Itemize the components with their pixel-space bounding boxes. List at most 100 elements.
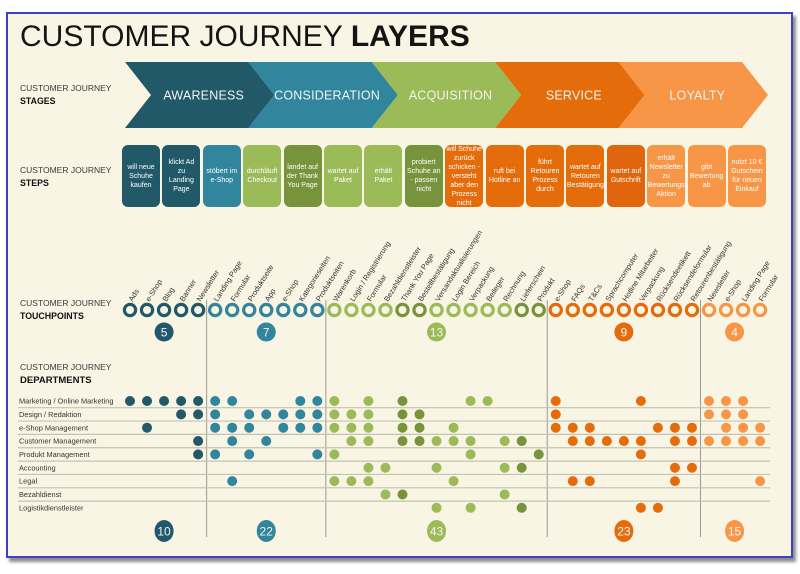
- department-touchpoint-dot: [397, 489, 408, 500]
- stage-awareness: AWARENESS: [125, 62, 275, 128]
- department-total: 43: [430, 524, 444, 538]
- touchpoint-count-badge: 9: [614, 322, 634, 342]
- step-card: probiert Schuhe an - passen nicht: [404, 145, 443, 207]
- department-touchpoint-dot: [363, 436, 374, 447]
- department-touchpoint-dot: [210, 449, 221, 460]
- step-card: nutzt 10 € Gutschein für neuen Einkauf: [728, 145, 766, 207]
- touchpoint-label: App: [263, 287, 278, 303]
- department-row-logistikdienstleister: Logistikdienstleister: [19, 502, 663, 513]
- department-touchpoint-dot: [329, 422, 340, 433]
- department-touchpoint-dot: [414, 422, 425, 433]
- department-touchpoint-dot: [567, 476, 578, 487]
- department-touchpoint-dot: [686, 436, 697, 447]
- department-row-bezahldienst: Bezahldienst: [18, 489, 770, 502]
- step-text: wartet auf Paket: [327, 168, 359, 184]
- department-label: Design / Redaktion: [19, 410, 81, 419]
- department-total-badge: 43: [427, 520, 447, 542]
- department-label: Legal: [19, 477, 37, 486]
- department-touchpoint-dot: [346, 422, 357, 433]
- department-total: 22: [260, 524, 274, 538]
- department-touchpoint-dot: [312, 422, 323, 433]
- touchpoint-ring-icon: [310, 302, 325, 318]
- department-touchpoint-dot: [550, 409, 561, 420]
- department-touchpoint-dot: [704, 396, 715, 406]
- department-row-e-shop-management: e-Shop Management: [18, 422, 770, 435]
- stage-label: SERVICE: [546, 89, 602, 103]
- stage-label: ACQUISITION: [409, 89, 492, 103]
- touchpoint-ring-icon: [565, 302, 580, 318]
- touchpoint-ring-icon: [548, 302, 563, 318]
- department-touchpoint-dot: [295, 409, 306, 420]
- department-touchpoint-dot: [176, 396, 187, 406]
- step-card: stöbert im e-Shop: [202, 145, 241, 207]
- touchpoint-ring-icon: [395, 302, 410, 318]
- department-touchpoint-dot: [244, 422, 255, 433]
- step-card: wartet auf Retouren Bestätigung: [566, 145, 605, 207]
- journey-diagram: AWARENESS CONSIDERATION ACQUISITION SERVICE…: [18, 62, 780, 542]
- department-touchpoint-dot: [278, 422, 289, 433]
- touchpoint-ring-icon: [276, 302, 291, 318]
- department-row-legal: Legal: [18, 476, 770, 489]
- touchpoint-ring-icon: [446, 302, 461, 318]
- department-touchpoint-dot: [755, 476, 766, 487]
- department-touchpoint-dot: [584, 436, 595, 447]
- department-touchpoint-dot: [618, 436, 629, 447]
- department-touchpoint-dot: [295, 396, 306, 406]
- touchpoint-ring-icon: [514, 302, 529, 318]
- touchpoint-ring-icon: [122, 302, 138, 318]
- department-label: Accounting: [19, 463, 56, 472]
- touchpoint-ring-icon: [650, 302, 666, 318]
- department-touchpoint-dot: [397, 436, 408, 447]
- department-touchpoint-dot: [142, 422, 153, 433]
- department-touchpoint-dot: [465, 502, 476, 513]
- touchpoint-ring-icon: [207, 302, 223, 318]
- step-card: wartet auf Paket: [324, 145, 362, 207]
- department-touchpoint-dot: [550, 422, 561, 433]
- department-touchpoint-dot: [193, 449, 204, 460]
- touchpoint-ring-icon: [224, 302, 240, 318]
- department-touchpoint-dot: [465, 436, 476, 447]
- department-label: Bezahldienst: [19, 490, 61, 499]
- department-total-badge: 23: [614, 520, 634, 542]
- touchpoint-ring-icon: [378, 302, 393, 318]
- department-touchpoint-dot: [346, 476, 357, 487]
- department-touchpoint-dot: [721, 436, 732, 447]
- department-touchpoint-dot: [210, 422, 221, 433]
- touchpoint-ring-icon: [599, 302, 615, 318]
- touchpoint-ring-icon: [173, 302, 189, 318]
- touchpoint-ring-icon: [259, 302, 274, 318]
- department-touchpoint-dot: [533, 449, 544, 460]
- touchpoint-ring-icon: [344, 302, 359, 318]
- step-text: erhält Paket: [374, 168, 393, 184]
- department-touchpoint-dot: [380, 489, 391, 500]
- department-label: Customer Management: [19, 437, 96, 446]
- touchpoint-label: Blog: [161, 286, 177, 304]
- department-touchpoint-dot: [312, 449, 323, 460]
- department-touchpoint-dot: [516, 502, 527, 513]
- department-touchpoint-dot: [312, 409, 323, 420]
- step-text: probiert Schuhe an - passen nicht: [407, 159, 441, 193]
- touchpoint-count-badge: 4: [725, 322, 745, 342]
- department-touchpoint-dot: [363, 476, 374, 487]
- department-touchpoint-dot: [346, 409, 357, 420]
- department-touchpoint-dot: [363, 409, 374, 420]
- department-touchpoint-dot: [567, 436, 578, 447]
- touchpoint-ring-icon: [293, 302, 308, 318]
- department-touchpoint-dot: [329, 409, 340, 420]
- step-card: wartet auf Gutschrift: [606, 145, 645, 207]
- department-touchpoint-dot: [601, 436, 612, 447]
- step-text: erhält Newsletter zu Bewertungs Aktion: [647, 154, 685, 198]
- touchpoint: App: [259, 287, 278, 318]
- department-touchpoint-dot: [465, 449, 476, 460]
- touchpoint-ring-icon: [327, 302, 342, 318]
- touchpoint-ring-icon: [718, 302, 734, 318]
- step-card: gibt Bewertung ab: [687, 145, 726, 207]
- department-touchpoint-dot: [312, 396, 323, 406]
- touchpoint-count: 13: [430, 325, 444, 339]
- touchpoint-ring-icon: [735, 302, 751, 318]
- department-touchpoint-dot: [227, 476, 238, 487]
- department-touchpoint-dot: [363, 422, 374, 433]
- department-total-badge: 22: [256, 520, 276, 542]
- department-total: 10: [157, 524, 171, 538]
- touchpoint-ring-icon: [429, 302, 444, 318]
